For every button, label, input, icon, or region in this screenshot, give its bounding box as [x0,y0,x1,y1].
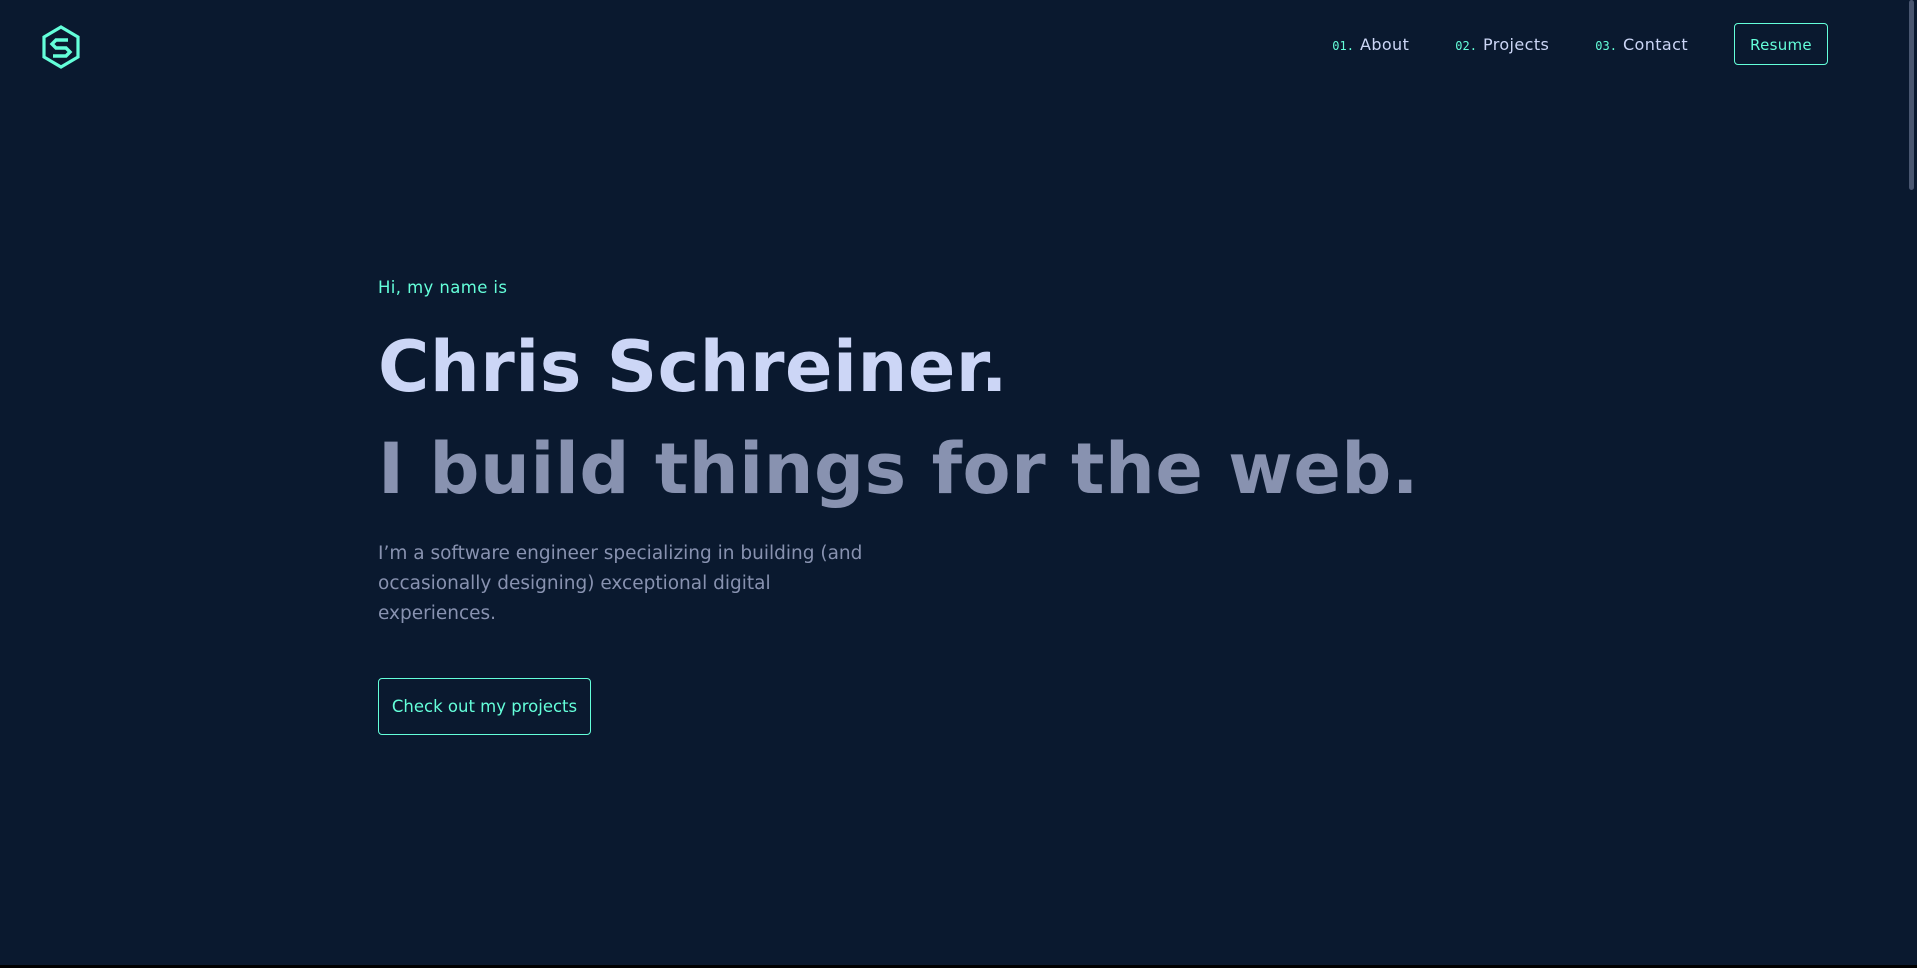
site-header: 01. About 02. Projects 03. Contact Resum… [0,0,1900,90]
resume-button[interactable]: Resume [1734,23,1828,65]
page-viewport: 01. About 02. Projects 03. Contact Resum… [0,0,1917,965]
page-scrollbar[interactable] [1900,0,1917,965]
nav-item-label: About [1359,34,1410,54]
nav-item-label: Projects [1482,34,1550,54]
nav-item-number: 01. [1332,38,1354,53]
check-out-projects-button[interactable]: Check out my projects [378,678,591,735]
hero-section: Hi, my name is Chris Schreiner. I build … [378,278,1478,735]
nav-item-number: 03. [1595,38,1617,53]
nav-item-number: 02. [1455,38,1477,53]
nav-item-projects[interactable]: 02. Projects [1455,35,1549,54]
hero-name: Chris Schreiner. [378,326,1008,408]
home-logo-link[interactable] [40,24,82,70]
nav-item-label: Contact [1622,34,1688,54]
main-nav: 01. About 02. Projects 03. Contact Resum… [1332,22,1828,66]
hero-tagline: I build things for the web. [378,428,1420,510]
hero-description: I’m a software engineer specializing in … [378,543,863,624]
hero-intro: Hi, my name is [378,278,508,297]
scrollbar-thumb[interactable] [1909,0,1914,190]
nav-item-about[interactable]: 01. About [1332,35,1409,54]
hexagon-s-logo-icon [42,25,80,69]
nav-item-contact[interactable]: 03. Contact [1595,35,1688,54]
